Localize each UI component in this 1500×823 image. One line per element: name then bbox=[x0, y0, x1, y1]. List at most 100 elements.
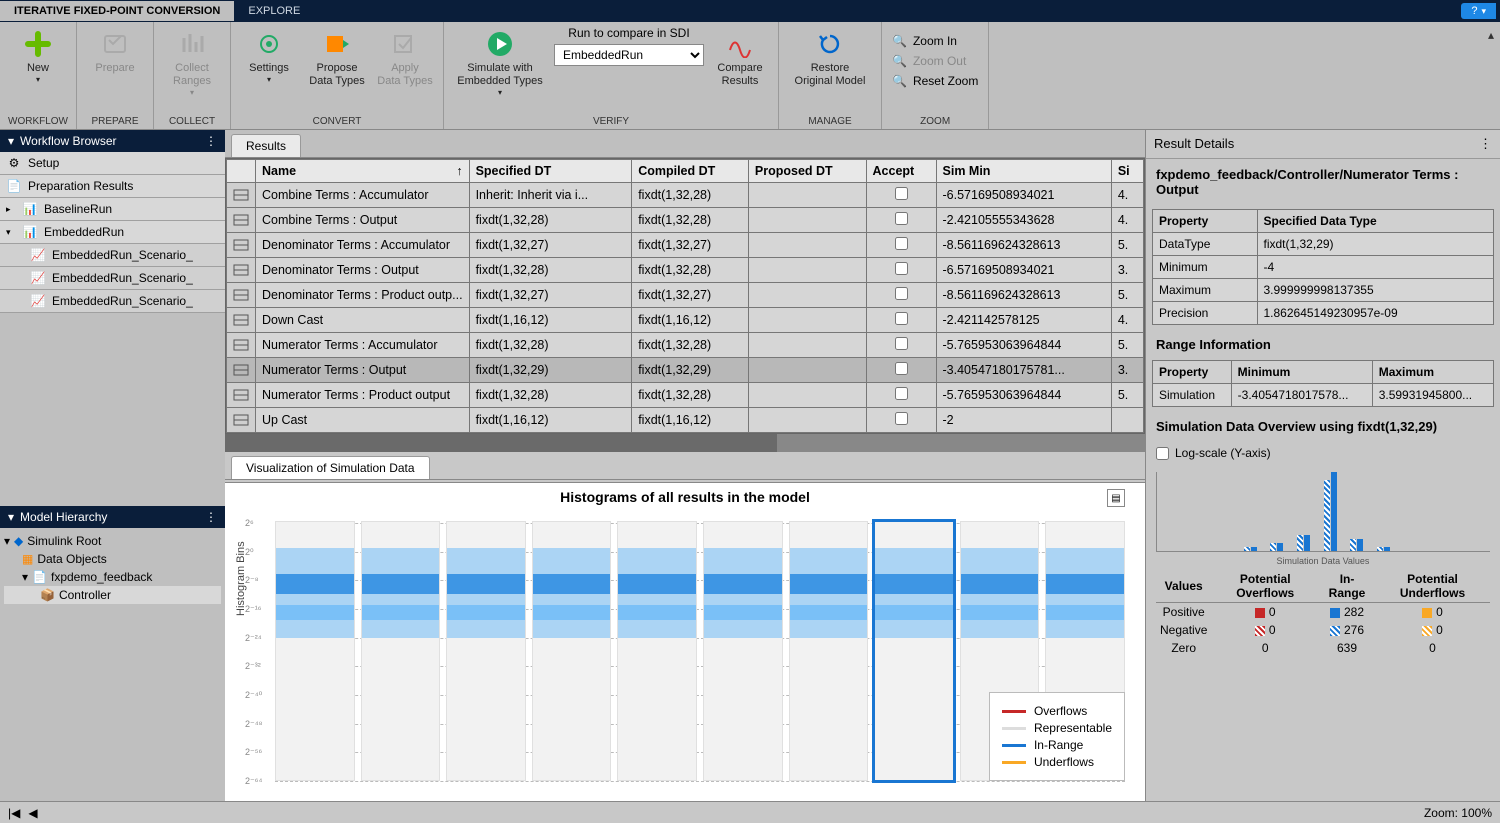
wb-item-scenario[interactable]: 📈EmbeddedRun_Scenario_ bbox=[0, 244, 225, 267]
zoom-label: Zoom: 100% bbox=[1424, 806, 1492, 820]
compare-results-button[interactable]: Compare Results bbox=[708, 26, 772, 90]
results-grid[interactable]: Name ↑Specified DTCompiled DTProposed DT… bbox=[225, 158, 1145, 434]
table-row[interactable]: Combine Terms : Outputfixdt(1,32,28)fixd… bbox=[227, 208, 1144, 233]
table-row[interactable]: Up Castfixdt(1,16,12)fixdt(1,16,12)-2 bbox=[227, 408, 1144, 433]
viz-title: Histograms of all results in the model bbox=[225, 483, 1145, 511]
accept-checkbox[interactable] bbox=[895, 362, 908, 375]
prepare-button[interactable]: Prepare bbox=[83, 26, 147, 77]
group-collect-label: COLLECT bbox=[169, 114, 215, 129]
range-info-title: Range Information bbox=[1146, 329, 1500, 356]
table-row[interactable]: Numerator Terms : Accumulatorfixdt(1,32,… bbox=[227, 333, 1144, 358]
chevron-down-icon[interactable]: ▾ bbox=[8, 510, 14, 524]
table-row[interactable]: Denominator Terms : Product outp...fixdt… bbox=[227, 283, 1144, 308]
zoom-out-button[interactable]: 🔍Zoom Out bbox=[888, 52, 982, 70]
tab-explore[interactable]: EXPLORE bbox=[234, 1, 314, 21]
app-tabbar: ITERATIVE FIXED-POINT CONVERSION EXPLORE… bbox=[0, 0, 1500, 22]
group-manage-label: MANAGE bbox=[808, 114, 851, 129]
logscale-checkbox[interactable]: Log-scale (Y-axis) bbox=[1156, 446, 1490, 460]
new-button[interactable]: New▾ bbox=[6, 26, 70, 87]
table-row[interactable]: Combine Terms : AccumulatorInherit: Inhe… bbox=[227, 183, 1144, 208]
workflow-browser-menu[interactable]: ⋮ bbox=[205, 134, 217, 148]
plus-icon bbox=[22, 28, 54, 60]
group-verify-label: VERIFY bbox=[593, 114, 629, 129]
histogram-column[interactable] bbox=[361, 521, 441, 781]
go-prev-button[interactable]: ◀ bbox=[28, 806, 37, 820]
accept-checkbox[interactable] bbox=[895, 387, 908, 400]
restore-icon bbox=[814, 28, 846, 60]
table-row[interactable]: Numerator Terms : Product outputfixdt(1,… bbox=[227, 383, 1144, 408]
result-details-panel: Result Details⋮ fxpdemo_feedback/Control… bbox=[1145, 130, 1500, 801]
histogram-column[interactable] bbox=[874, 521, 954, 781]
table-row[interactable]: Denominator Terms : Outputfixdt(1,32,28)… bbox=[227, 258, 1144, 283]
reset-zoom-icon: 🔍 bbox=[892, 74, 907, 88]
result-details-title: Result Details bbox=[1154, 136, 1234, 152]
accept-checkbox[interactable] bbox=[895, 287, 908, 300]
property-table: PropertySpecified Data Type DataTypefixd… bbox=[1152, 209, 1494, 325]
collapse-ribbon-button[interactable]: ▴ bbox=[1482, 22, 1500, 48]
tree-controller[interactable]: 📦 Controller bbox=[4, 586, 221, 604]
table-row[interactable]: Numerator Terms : Outputfixdt(1,32,29)fi… bbox=[227, 358, 1144, 383]
wb-item-setup[interactable]: ⚙Setup bbox=[0, 152, 225, 175]
play-icon bbox=[484, 28, 516, 60]
histogram-column[interactable] bbox=[617, 521, 697, 781]
status-bar: |◀ ◀ Zoom: 100% bbox=[0, 801, 1500, 823]
wb-item-preparation[interactable]: 📄Preparation Results bbox=[0, 175, 225, 198]
accept-checkbox[interactable] bbox=[895, 262, 908, 275]
result-details-menu[interactable]: ⋮ bbox=[1479, 136, 1492, 152]
go-start-button[interactable]: |◀ bbox=[8, 806, 20, 820]
accept-checkbox[interactable] bbox=[895, 237, 908, 250]
accept-checkbox[interactable] bbox=[895, 212, 908, 225]
apply-icon bbox=[389, 28, 421, 60]
tree-model[interactable]: ▾ 📄 fxpdemo_feedback bbox=[4, 568, 221, 586]
tree-root[interactable]: ▾ ◆ Simulink Root bbox=[4, 532, 221, 550]
workflow-browser-header: ▾Workflow Browser ⋮ bbox=[0, 130, 225, 152]
hist-ylabel: Histogram Bins bbox=[235, 541, 247, 616]
wb-item-scenario[interactable]: 📈EmbeddedRun_Scenario_ bbox=[0, 267, 225, 290]
histogram-column[interactable] bbox=[275, 521, 355, 781]
gear-icon bbox=[253, 28, 285, 60]
scenario-icon: 📈 bbox=[30, 294, 46, 308]
help-button[interactable]: ?▾ bbox=[1461, 3, 1496, 19]
simulate-button[interactable]: Simulate with Embedded Types▾ bbox=[450, 26, 550, 100]
accept-checkbox[interactable] bbox=[895, 187, 908, 200]
run-icon: 📊 bbox=[22, 202, 38, 216]
settings-button[interactable]: Settings▾ bbox=[237, 26, 301, 87]
sim-overview-chart bbox=[1156, 472, 1490, 552]
histogram-column[interactable] bbox=[532, 521, 612, 781]
accept-checkbox[interactable] bbox=[895, 337, 908, 350]
group-prepare-label: PREPARE bbox=[91, 114, 138, 129]
accept-checkbox[interactable] bbox=[895, 312, 908, 325]
reset-zoom-button[interactable]: 🔍Reset Zoom bbox=[888, 72, 982, 90]
collect-ranges-button[interactable]: Collect Ranges▾ bbox=[160, 26, 224, 100]
prep-icon: 📄 bbox=[6, 179, 22, 193]
propose-data-types-button[interactable]: Propose Data Types bbox=[305, 26, 369, 90]
legend-toggle-button[interactable]: ▤ bbox=[1107, 489, 1125, 507]
wb-item-scenario[interactable]: 📈EmbeddedRun_Scenario_ bbox=[0, 290, 225, 313]
workflow-browser-list: ⚙Setup 📄Preparation Results 📊BaselineRun… bbox=[0, 152, 225, 313]
ribbon: New▾ WORKFLOW Prepare PREPARE Collect Ra… bbox=[0, 22, 1500, 130]
results-hscroll[interactable] bbox=[225, 434, 1145, 452]
apply-data-types-button[interactable]: Apply Data Types bbox=[373, 26, 437, 90]
histogram-column[interactable] bbox=[446, 521, 526, 781]
model-hierarchy-header: ▾Model Hierarchy ⋮ bbox=[0, 506, 225, 528]
sim-overview-title: Simulation Data Overview using fixdt(1,3… bbox=[1146, 411, 1500, 438]
tab-iterative[interactable]: ITERATIVE FIXED-POINT CONVERSION bbox=[0, 1, 234, 21]
viz-tab[interactable]: Visualization of Simulation Data bbox=[231, 456, 430, 479]
chevron-down-icon[interactable]: ▾ bbox=[8, 134, 14, 148]
wb-item-baselinerun[interactable]: 📊BaselineRun bbox=[0, 198, 225, 221]
accept-checkbox[interactable] bbox=[895, 412, 908, 425]
wb-item-embeddedrun[interactable]: 📊EmbeddedRun bbox=[0, 221, 225, 244]
scenario-icon: 📈 bbox=[30, 248, 46, 262]
results-tab[interactable]: Results bbox=[231, 134, 301, 157]
histogram-column[interactable] bbox=[703, 521, 783, 781]
tree-data-objects[interactable]: ▦ Data Objects bbox=[4, 550, 221, 568]
histogram-column[interactable] bbox=[789, 521, 869, 781]
group-workflow-label: WORKFLOW bbox=[8, 114, 68, 129]
table-row[interactable]: Down Castfixdt(1,16,12)fixdt(1,16,12)-2.… bbox=[227, 308, 1144, 333]
model-hierarchy-menu[interactable]: ⋮ bbox=[205, 510, 217, 524]
minichart-xlabel: Simulation Data Values bbox=[1146, 556, 1500, 566]
run-select[interactable]: EmbeddedRun bbox=[554, 44, 704, 66]
zoom-in-button[interactable]: 🔍Zoom In bbox=[888, 32, 982, 50]
table-row[interactable]: Denominator Terms : Accumulatorfixdt(1,3… bbox=[227, 233, 1144, 258]
restore-model-button[interactable]: Restore Original Model bbox=[785, 26, 875, 90]
